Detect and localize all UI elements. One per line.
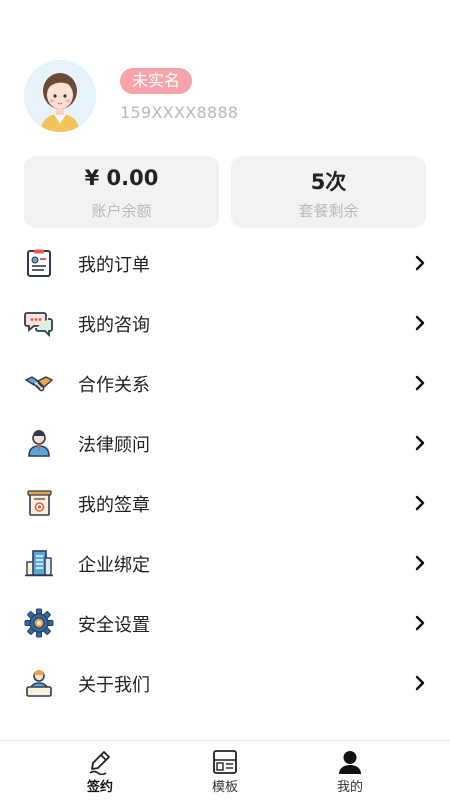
balance-value: ¥ 0.00 bbox=[84, 166, 159, 190]
package-remaining-value: 5次 bbox=[310, 170, 347, 194]
menu-item-enterprise-binding[interactable]: 企业绑定 bbox=[0, 534, 450, 594]
menu-item-label: 法律顾问 bbox=[78, 435, 150, 456]
menu-item-partnerships[interactable]: 合作关系 bbox=[0, 354, 450, 414]
user-icon bbox=[337, 749, 363, 775]
bottom-tab-bar: 签约 模板 我的 bbox=[0, 740, 450, 800]
template-icon bbox=[212, 749, 238, 775]
chat-bubbles-icon bbox=[24, 308, 54, 338]
chevron-right-icon bbox=[414, 674, 426, 692]
avatar[interactable] bbox=[24, 60, 96, 132]
balance-card[interactable]: ¥ 0.00 账户余额 bbox=[24, 156, 219, 228]
menu-item-label: 我的订单 bbox=[78, 255, 150, 276]
chevron-right-icon bbox=[414, 254, 426, 272]
tab-label: 我的 bbox=[336, 780, 363, 795]
chevron-right-icon bbox=[414, 374, 426, 392]
chevron-right-icon bbox=[414, 554, 426, 572]
chevron-right-icon bbox=[414, 434, 426, 452]
menu-item-about-us[interactable]: 关于我们 bbox=[0, 654, 450, 714]
menu-item-legal-advisor[interactable]: 法律顾问 bbox=[0, 414, 450, 474]
menu-item-label: 关于我们 bbox=[78, 675, 150, 696]
girl-avatar-icon bbox=[24, 60, 96, 132]
building-icon bbox=[24, 548, 54, 578]
menu-item-label: 我的签章 bbox=[78, 495, 150, 516]
menu-item-label: 我的咨询 bbox=[78, 315, 150, 336]
menu-item-security-settings[interactable]: 安全设置 bbox=[0, 594, 450, 654]
menu-item-label: 合作关系 bbox=[78, 375, 150, 396]
chevron-right-icon bbox=[414, 314, 426, 332]
team-icon bbox=[24, 668, 54, 698]
handshake-icon bbox=[24, 368, 54, 398]
chevron-right-icon bbox=[414, 614, 426, 632]
tab-mine[interactable]: 我的 bbox=[275, 741, 425, 800]
pen-sign-icon bbox=[87, 749, 113, 776]
menu-list: 我的订单 我的咨询 合作关系 法律顾问 我的签章 企业绑定 安全设置 关于我们 bbox=[0, 234, 450, 714]
package-remaining-label: 套餐剩余 bbox=[298, 202, 359, 220]
menu-item-label: 企业绑定 bbox=[78, 555, 150, 576]
verification-status-badge[interactable]: 未实名 bbox=[120, 68, 193, 94]
menu-item-orders[interactable]: 我的订单 bbox=[0, 234, 450, 294]
balance-label: 账户余额 bbox=[91, 202, 152, 220]
seal-document-icon bbox=[24, 488, 54, 518]
menu-item-consultations[interactable]: 我的咨询 bbox=[0, 294, 450, 354]
chevron-right-icon bbox=[414, 494, 426, 512]
menu-item-signatures[interactable]: 我的签章 bbox=[0, 474, 450, 534]
gear-icon bbox=[24, 608, 54, 638]
phone-number: 159XXXX8888 bbox=[120, 103, 239, 122]
order-clipboard-icon bbox=[24, 248, 54, 278]
package-card[interactable]: 5次 套餐剩余 bbox=[231, 156, 426, 228]
lawyer-icon bbox=[24, 428, 54, 458]
profile-header: 未实名 159XXXX8888 bbox=[24, 60, 426, 132]
menu-item-label: 安全设置 bbox=[78, 615, 150, 636]
